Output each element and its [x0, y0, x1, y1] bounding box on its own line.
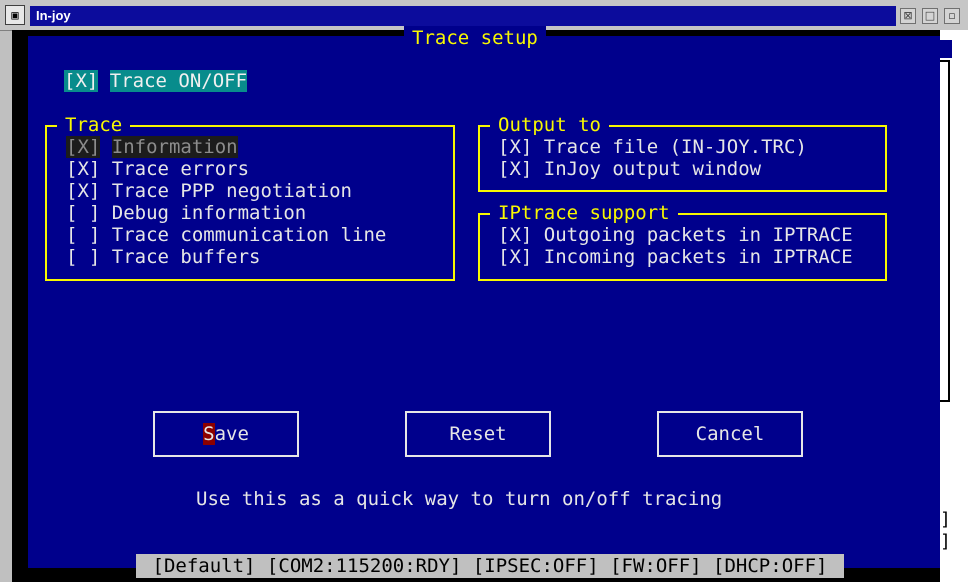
iptrace-item-incoming[interactable]: [X] Incoming packets in IPTRACE	[498, 246, 853, 268]
trace-item-label: Information	[111, 136, 238, 158]
hint-text: Use this as a quick way to turn on/off t…	[196, 488, 723, 510]
trace-item-label: Trace PPP negotiation	[111, 180, 352, 202]
trace-group-title: Trace	[57, 114, 131, 136]
right-scroll-strip: ] ]	[940, 30, 968, 582]
trace-item-mark: [ ]	[66, 202, 101, 224]
close-icon[interactable]: ⊠	[900, 8, 916, 24]
trace-onoff-mark: [X]	[64, 70, 99, 92]
scroll-end-mark: ]	[940, 509, 951, 530]
scrollbar[interactable]	[940, 60, 950, 402]
iptrace-item-mark: [X]	[498, 246, 533, 268]
reset-button[interactable]: Reset	[405, 411, 551, 457]
trace-item-label: Trace errors	[111, 158, 250, 180]
status-bar: [Default] [COM2:115200:RDY] [IPSEC:OFF] …	[136, 554, 844, 578]
save-hotkey: S	[203, 423, 215, 445]
scroll-indicator	[940, 40, 952, 58]
iptrace-item-label: Outgoing packets in IPTRACE	[543, 224, 853, 246]
output-item-tracefile[interactable]: [X] Trace file (IN-JOY.TRC)	[498, 136, 807, 158]
trace-onoff-label: Trace ON/OFF	[109, 70, 248, 92]
trace-item-buffers[interactable]: [ ] Trace buffers	[66, 246, 261, 268]
trace-item-debug[interactable]: [ ] Debug information	[66, 202, 306, 224]
window-title: In-joy	[36, 8, 71, 23]
output-group-title: Output to	[490, 114, 609, 136]
output-item-label: Trace file (IN-JOY.TRC)	[543, 136, 807, 158]
app-icon[interactable]: ▣	[5, 5, 25, 25]
output-item-label: InJoy output window	[543, 158, 762, 180]
iptrace-item-outgoing[interactable]: [X] Outgoing packets in IPTRACE	[498, 224, 853, 246]
trace-onoff-checkbox[interactable]: [X] Trace ON/OFF	[64, 70, 248, 92]
trace-item-errors[interactable]: [X] Trace errors	[66, 158, 249, 180]
trace-item-label: Debug information	[111, 202, 307, 224]
scroll-end-mark: ]	[940, 531, 951, 552]
trace-item-label: Trace communication line	[111, 224, 387, 246]
dialog-title: Trace setup	[404, 26, 546, 50]
trace-item-mark: [ ]	[66, 224, 101, 246]
output-item-mark: [X]	[498, 158, 533, 180]
iptrace-item-label: Incoming packets in IPTRACE	[543, 246, 853, 268]
caption-bar[interactable]: In-joy	[30, 6, 896, 26]
iptrace-item-mark: [X]	[498, 224, 533, 246]
trace-item-mark: [X]	[66, 158, 101, 180]
trace-item-ppp[interactable]: [X] Trace PPP negotiation	[66, 180, 352, 202]
trace-item-mark: [X]	[66, 180, 101, 202]
maximize-icon[interactable]: □	[922, 8, 938, 24]
output-item-mark: [X]	[498, 136, 533, 158]
trace-item-information[interactable]: [X] Information	[66, 136, 238, 158]
output-item-window[interactable]: [X] InJoy output window	[498, 158, 761, 180]
trace-item-mark: [ ]	[66, 246, 101, 268]
trace-item-label: Trace buffers	[111, 246, 261, 268]
cancel-button[interactable]: Cancel	[657, 411, 803, 457]
trace-item-mark: [X]	[66, 136, 101, 158]
save-button[interactable]: Save	[153, 411, 299, 457]
trace-item-commline[interactable]: [ ] Trace communication line	[66, 224, 386, 246]
save-label: ave	[214, 423, 249, 445]
iptrace-group-title: IPtrace support	[490, 202, 678, 224]
minimize-icon[interactable]: ▫	[944, 8, 960, 24]
